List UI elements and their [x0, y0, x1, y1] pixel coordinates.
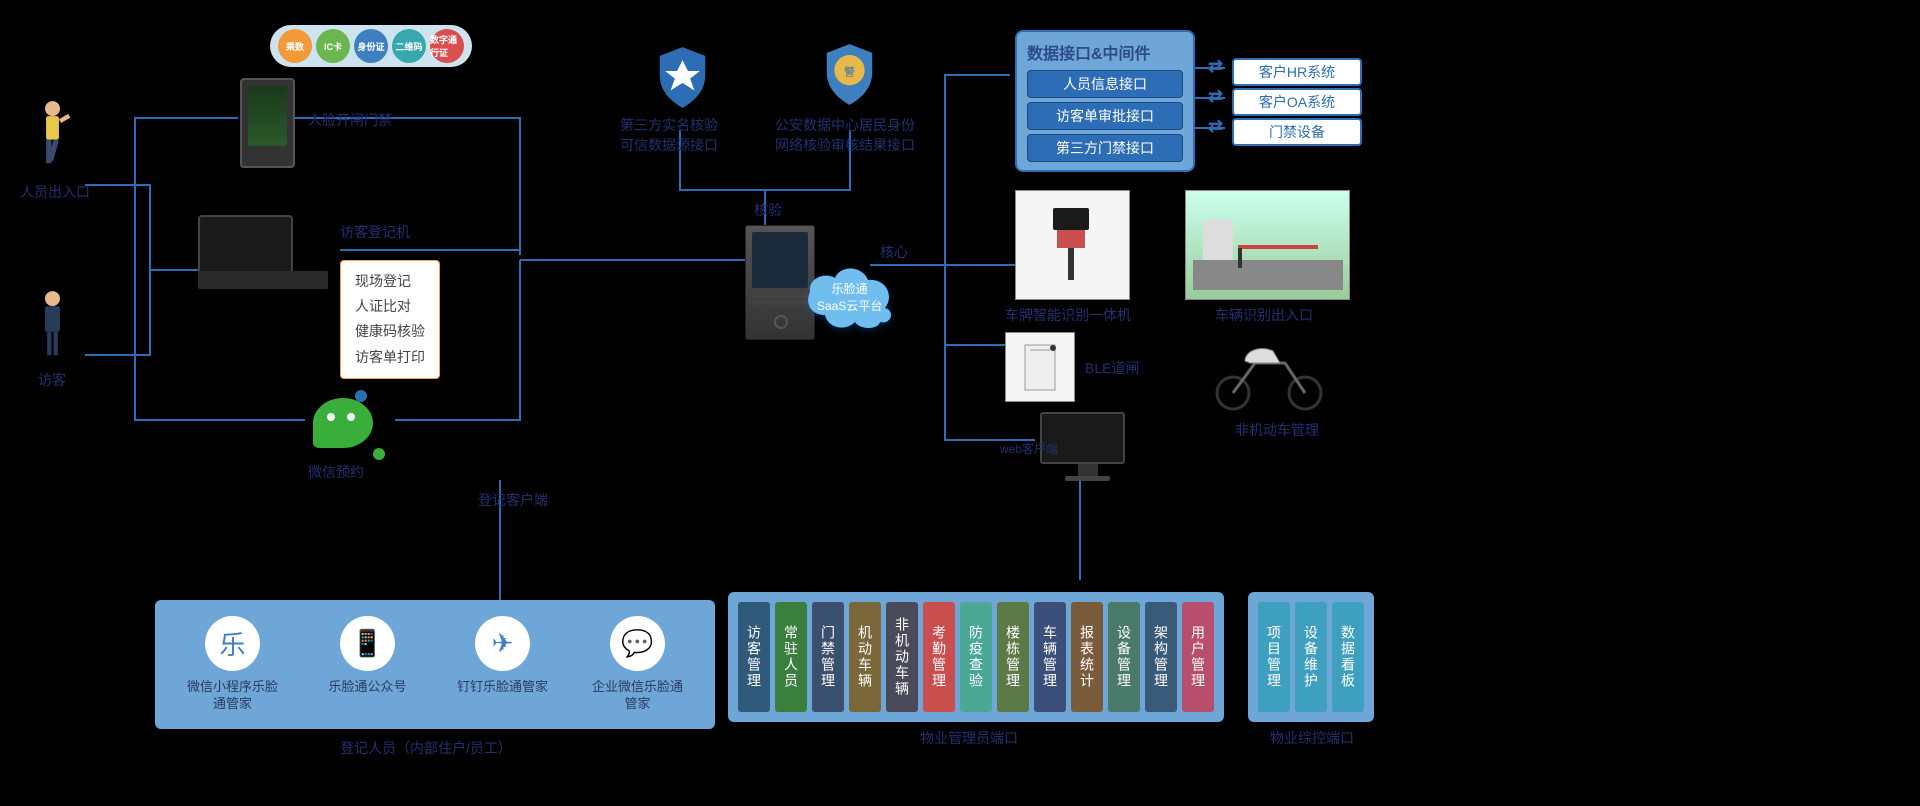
client-icon: ✈: [475, 616, 530, 671]
feature-box: 现场登记 人证比对 健康码核验 访客单打印: [340, 260, 440, 379]
client-label: 乐脸通公众号: [328, 679, 406, 696]
label-vehicle-entry: 车辆识别出入口: [1215, 305, 1313, 325]
ble-gate-image: [1005, 332, 1075, 402]
label-reg-staff: 登记人员（内部住户/员工）: [340, 738, 512, 758]
client-app-item: 乐微信小程序乐脸通管家: [185, 616, 280, 713]
client-icon: 📱: [340, 616, 395, 671]
api-item: 人员信息接口: [1027, 70, 1183, 98]
label-ebike: 非机动车管理: [1235, 420, 1319, 440]
client-app-item: 📱 乐脸通公众号: [320, 616, 415, 696]
mgmt-module: 非机动车辆: [886, 602, 918, 712]
label-face-gate: 人脸开闸门禁: [308, 110, 392, 130]
mgmt-module: 车辆管理: [1034, 602, 1066, 712]
feature-item: 现场登记: [355, 269, 425, 294]
label-ble: BLE道闸: [1085, 358, 1139, 378]
cloud-label: 乐脸通 SaaS云平台: [817, 280, 882, 314]
client-icon: 乐: [205, 616, 260, 671]
visitor-icon: [30, 290, 75, 365]
label-lpr: 车牌智能识别一体机: [1005, 305, 1131, 325]
label-prop-mgmt: 物业管理员端口: [920, 728, 1018, 748]
ops-module: 数据看板: [1332, 602, 1364, 712]
label-third-party: 第三方实名核验 可信数据源接口: [620, 115, 718, 155]
label-verify: 核验: [754, 200, 782, 220]
property-ops-panel: 项目管理设备维护数据看板: [1248, 592, 1374, 722]
label-visitor: 访客: [38, 370, 66, 390]
mgmt-module: 架构管理: [1145, 602, 1177, 712]
lpr-device-image: [1015, 190, 1130, 300]
label-prop-ops: 物业综控端口: [1270, 728, 1354, 748]
mgmt-module: 常驻人员: [775, 602, 807, 712]
mgmt-module: 访客管理: [738, 602, 770, 712]
police-shield-icon: 警: [822, 42, 877, 107]
mgmt-module: 防疫查验: [960, 602, 992, 712]
ebike-image: [1200, 330, 1340, 415]
client-app-item: ✈ 钉钉乐脸通管家: [455, 616, 550, 696]
ops-module: 项目管理: [1258, 602, 1290, 712]
ext-oa: 客户OA系统: [1232, 88, 1362, 116]
vehicle-entry-image: [1185, 190, 1350, 300]
label-person-entry: 人员出入口: [20, 182, 90, 202]
ext-hr: 客户HR系统: [1232, 58, 1362, 86]
client-label: 钉钉乐脸通管家: [457, 679, 548, 696]
client-apps-panel: 乐微信小程序乐脸通管家 📱 乐脸通公众号 ✈ 钉钉乐脸通管家 💬 企业微信乐脸通管家: [155, 600, 715, 729]
mgmt-module: 机动车辆: [849, 602, 881, 712]
feature-item: 健康码核验: [355, 319, 425, 344]
api-item: 第三方门禁接口: [1027, 134, 1183, 162]
property-mgmt-panel: 访客管理常驻人员门禁管理机动车辆非机动车辆考勤管理防疫查验楼栋管理车辆管理报表统…: [728, 592, 1224, 722]
api-item: 访客单审批接口: [1027, 102, 1183, 130]
mgmt-module: 报表统计: [1071, 602, 1103, 712]
auth-method-pills: 乘数 IC卡 身份证 二维码 数字通行证: [270, 25, 472, 67]
client-label: 微信小程序乐脸通管家: [185, 679, 280, 713]
arrow-icon: ⇄: [1208, 56, 1223, 77]
mgmt-module: 楼栋管理: [997, 602, 1029, 712]
label-reg-client: 登记客户端: [478, 490, 548, 510]
client-app-item: 💬 企业微信乐脸通管家: [590, 616, 685, 713]
third-party-shield-icon: [655, 45, 710, 110]
client-icon: 💬: [610, 616, 665, 671]
ext-access: 门禁设备: [1232, 118, 1362, 146]
api-title: 数据接口&中间件: [1027, 40, 1183, 64]
label-core: 核心: [880, 242, 908, 262]
arrow-icon: ⇄: [1208, 86, 1223, 107]
mgmt-module: 考勤管理: [923, 602, 955, 712]
pill-ic: IC卡: [316, 29, 350, 63]
person-walking-icon: [30, 100, 75, 175]
ops-module: 设备维护: [1295, 602, 1327, 712]
label-police: 公安数据中心居民身份 网络核验审核结果接口: [775, 115, 915, 155]
label-web-client: web客户端: [1000, 440, 1058, 457]
feature-item: 访客单打印: [355, 345, 425, 370]
client-label: 企业微信乐脸通管家: [590, 679, 685, 713]
face-gate-device: [240, 78, 295, 168]
pill-qr: 二维码: [392, 29, 426, 63]
wechat-icon: [305, 390, 385, 460]
label-wechat: 微信预约: [308, 462, 364, 482]
visitor-machine: [198, 215, 328, 295]
mgmt-module: 门禁管理: [812, 602, 844, 712]
arrow-icon: ⇄: [1208, 116, 1223, 137]
pill-digital: 数字通行证: [430, 29, 464, 63]
svg-text:警: 警: [844, 65, 855, 79]
mgmt-module: 设备管理: [1108, 602, 1140, 712]
mgmt-module: 用户管理: [1182, 602, 1214, 712]
feature-item: 人证比对: [355, 294, 425, 319]
pill-card: 乘数: [278, 29, 312, 63]
pill-id: 身份证: [354, 29, 388, 63]
api-middleware-box: 数据接口&中间件 人员信息接口 访客单审批接口 第三方门禁接口: [1015, 30, 1195, 172]
label-visitor-machine: 访客登记机: [340, 222, 410, 242]
